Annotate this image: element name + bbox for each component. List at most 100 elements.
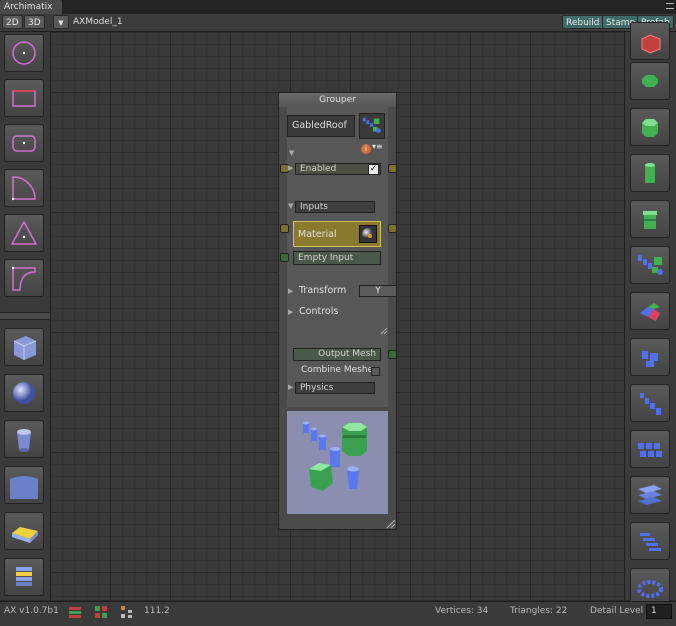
octagon-extrude-tool[interactable] <box>630 108 670 146</box>
version-label: AX v1.0.7b1 <box>4 606 59 616</box>
model-dropdown-button[interactable]: ▼ <box>53 15 69 29</box>
curved-plane-tool[interactable] <box>4 466 44 504</box>
slab-mesh-icon <box>12 527 38 543</box>
material-preview-icon[interactable] <box>359 225 377 243</box>
replicant-tool[interactable] <box>630 292 670 330</box>
green-cylinder-icon <box>645 163 655 183</box>
inputs-foldout[interactable]: Inputs <box>295 201 375 213</box>
combine-meshes-label: Combine Meshe <box>301 365 374 375</box>
enabled-output-socket[interactable] <box>388 164 397 173</box>
physics-expand-arrow-icon[interactable]: ▶ <box>288 383 293 391</box>
physics-foldout[interactable]: Physics <box>295 382 375 394</box>
grouper-tool[interactable] <box>630 246 670 284</box>
node-title[interactable]: Grouper <box>279 93 396 107</box>
mesh-preview[interactable] <box>287 411 388 514</box>
enabled-checkbox[interactable]: ✓ <box>368 164 379 175</box>
rounded-rect-shape-tool[interactable] <box>4 124 44 162</box>
detail-level-input[interactable]: 1 <box>646 604 672 619</box>
curved-plane-icon <box>10 476 38 499</box>
detail-level-label: Detail Level <box>590 606 644 616</box>
triangles-count: Triangles: 22 <box>510 606 568 616</box>
enabled-expand-arrow-icon[interactable]: ▶ <box>288 164 293 172</box>
node-menu-icon[interactable]: ▾≡ <box>372 142 383 151</box>
red-cube-tool[interactable] <box>630 22 670 60</box>
output-mesh-socket[interactable] <box>388 350 397 359</box>
mode-2d-button[interactable]: 2D <box>2 15 23 29</box>
mode-3d-button[interactable]: 3D <box>24 15 45 29</box>
physics-label: Physics <box>300 383 334 393</box>
material-output-socket[interactable] <box>388 224 397 233</box>
cylinder-mesh-tool[interactable] <box>4 420 44 458</box>
fillet-shape-icon <box>11 266 36 291</box>
right-tool-palette <box>624 22 676 606</box>
inner-resize-handle-icon[interactable] <box>380 327 388 335</box>
hierarchy-icon[interactable] <box>120 605 134 619</box>
node-name-field[interactable]: GabledRoof <box>287 115 355 137</box>
floor-repeater-icon <box>638 485 662 505</box>
triangle-shape-icon <box>10 220 38 245</box>
rounded-rect-icon <box>12 135 36 152</box>
circle-shape-icon <box>12 41 36 65</box>
combine-meshes-checkbox[interactable] <box>371 367 380 376</box>
box-mesh-tool[interactable] <box>4 328 44 366</box>
rectangle-shape-tool[interactable] <box>4 79 44 117</box>
linear-repeater-icon <box>640 393 661 415</box>
grouper-icon <box>362 117 381 133</box>
grouper-node-icon[interactable] <box>359 113 385 139</box>
grid-repeater-icon <box>638 443 662 457</box>
material-label: Material <box>298 229 337 240</box>
green-tower-icon <box>643 211 657 229</box>
slab-mesh-tool[interactable] <box>4 512 44 550</box>
fillet-shape-tool[interactable] <box>4 259 44 297</box>
empty-input-slot[interactable]: Empty Input <box>293 251 381 265</box>
triangle-shape-tool[interactable] <box>4 214 44 252</box>
stair-repeater-icon <box>640 533 661 551</box>
green-tower-tool[interactable] <box>630 200 670 238</box>
window-tab[interactable]: Archimatix <box>0 0 62 14</box>
rectangle-shape-icon <box>12 90 36 107</box>
transform-expand-arrow-icon[interactable]: ▶ <box>288 287 293 295</box>
octagon-plate-tool[interactable] <box>630 62 670 100</box>
material-input-socket[interactable] <box>280 224 289 233</box>
info-icon[interactable]: i <box>361 144 371 154</box>
grouper-icon <box>638 255 663 275</box>
zoom-value: 111.2 <box>144 606 170 616</box>
sphere-mesh-icon <box>13 382 35 404</box>
window-menu-icon[interactable] <box>666 3 674 9</box>
transform-axis-dropdown[interactable]: Y <box>359 285 397 297</box>
octagon-extrude-icon <box>642 119 658 137</box>
green-cylinder-tool[interactable] <box>630 154 670 192</box>
stair-repeater-tool[interactable] <box>630 522 670 560</box>
arc-shape-tool[interactable] <box>4 169 44 207</box>
transform-label[interactable]: Transform <box>299 285 346 296</box>
rebuild-button[interactable]: Rebuild <box>562 15 604 29</box>
empty-input-socket[interactable] <box>280 253 289 262</box>
controls-label[interactable]: Controls <box>299 306 338 317</box>
red-cube-icon <box>641 34 661 54</box>
palette-grid-icon[interactable] <box>94 605 108 619</box>
output-mesh-slot[interactable]: Output Mesh <box>293 348 381 361</box>
replicant-icon <box>640 303 660 321</box>
palette-divider[interactable] <box>0 312 50 320</box>
empty-input-label: Empty Input <box>298 253 354 263</box>
grouper-node[interactable]: Grouper GabledRoof i ▾≡ ▼ ▶ Enabled ✓ ▼ … <box>278 92 397 530</box>
node-resize-handle-icon[interactable] <box>386 519 396 529</box>
controls-expand-arrow-icon[interactable]: ▶ <box>288 308 293 316</box>
enabled-label: Enabled <box>300 164 337 174</box>
octagon-plate-icon <box>642 75 658 87</box>
inputs-collapse-arrow-icon[interactable]: ▼ <box>288 202 293 210</box>
sphere-mesh-tool[interactable] <box>4 374 44 412</box>
toolbar: 2D 3D ▼ AXModel_1 Rebuild Stamp Prefab <box>0 14 676 32</box>
grouped-mesh-preview-image <box>303 421 367 491</box>
library-grid-icon[interactable] <box>68 605 82 619</box>
linear-repeater-tool[interactable] <box>630 384 670 422</box>
window-title-bar <box>0 0 676 14</box>
floor-repeater-tool[interactable] <box>630 476 670 514</box>
radial-repeater-tool[interactable] <box>630 338 670 376</box>
collapse-arrow-icon[interactable]: ▼ <box>289 149 294 157</box>
layered-mesh-tool[interactable] <box>4 558 44 596</box>
vertices-count: Vertices: 34 <box>435 606 489 616</box>
circle-shape-tool[interactable] <box>4 34 44 72</box>
material-input[interactable]: Material <box>293 221 381 247</box>
grid-repeater-tool[interactable] <box>630 430 670 468</box>
